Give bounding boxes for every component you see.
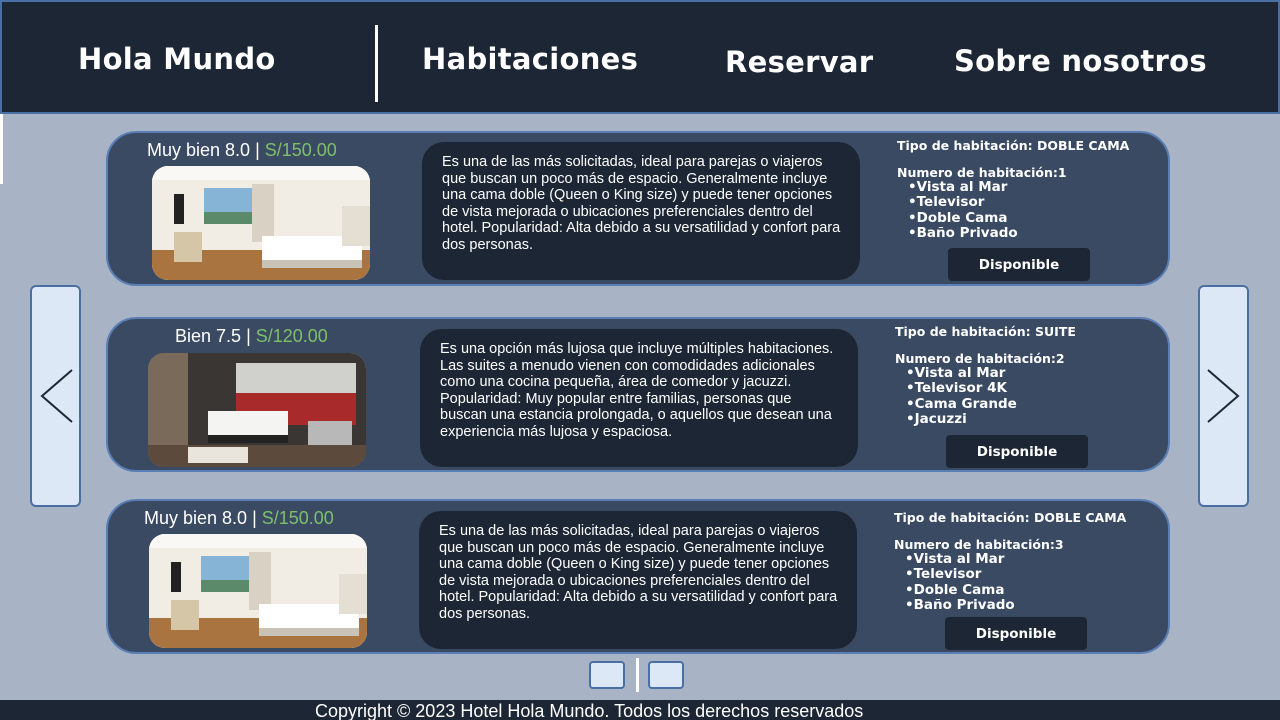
room-rating: Muy bien 8.0 | S/150.00 bbox=[144, 508, 334, 529]
rating-separator: | bbox=[241, 326, 256, 346]
rating-text: Muy bien 8.0 bbox=[144, 508, 248, 528]
rating-separator: | bbox=[250, 140, 265, 160]
nav-divider bbox=[375, 25, 378, 102]
room-type: Tipo de habitación: DOBLE CAMA bbox=[894, 510, 1127, 525]
room-number: Numero de habitación:2 bbox=[895, 351, 1065, 366]
copyright-text: Copyright © 2023 Hotel Hola Mundo. Todos… bbox=[315, 701, 864, 720]
feature-item: Cama Grande bbox=[906, 396, 1017, 412]
feature-item: Baño Privado bbox=[908, 225, 1018, 241]
brand-logo-text[interactable]: Hola Mundo bbox=[78, 42, 276, 76]
room-card-3: Muy bien 8.0 | S/150.00 Es una de las má… bbox=[106, 499, 1170, 654]
room-type: Tipo de habitación: SUITE bbox=[895, 324, 1076, 339]
previous-arrow-button[interactable] bbox=[30, 285, 81, 507]
room-price: S/150.00 bbox=[261, 508, 334, 528]
room-rating: Muy bien 8.0 | S/150.00 bbox=[147, 140, 337, 161]
rating-text: Bien 7.5 bbox=[175, 326, 242, 346]
chevron-right-icon bbox=[1206, 369, 1240, 423]
room-number: Numero de habitación:1 bbox=[897, 165, 1067, 180]
nav-link-rooms[interactable]: Habitaciones bbox=[422, 42, 638, 76]
feature-item: Vista al Mar bbox=[908, 179, 1018, 195]
nav-link-book[interactable]: Reservar bbox=[725, 45, 873, 79]
feature-item: Baño Privado bbox=[905, 597, 1015, 613]
available-button[interactable]: Disponible bbox=[945, 617, 1087, 650]
room-photo bbox=[149, 534, 367, 648]
pagination-button-1[interactable] bbox=[589, 661, 625, 689]
room-features-list: Vista al Mar Televisor 4K Cama Grande Ja… bbox=[906, 365, 1017, 428]
room-number: Numero de habitación:3 bbox=[894, 537, 1064, 552]
rating-separator: | bbox=[247, 508, 262, 528]
room-photo bbox=[152, 166, 370, 280]
room-description: Es una opción más lujosa que incluye múl… bbox=[420, 329, 858, 467]
room-rating: Bien 7.5 | S/120.00 bbox=[175, 326, 328, 347]
feature-item: Vista al Mar bbox=[906, 365, 1017, 381]
feature-item: Televisor bbox=[908, 194, 1018, 210]
room-description: Es una de las más solicitadas, ideal par… bbox=[422, 142, 860, 280]
available-button[interactable]: Disponible bbox=[946, 435, 1088, 468]
available-button[interactable]: Disponible bbox=[948, 248, 1090, 281]
room-price: S/150.00 bbox=[264, 140, 337, 160]
room-description: Es una de las más solicitadas, ideal par… bbox=[419, 511, 857, 649]
site-footer: Copyright © 2023 Hotel Hola Mundo. Todos… bbox=[0, 700, 1280, 720]
feature-item: Vista al Mar bbox=[905, 551, 1015, 567]
nav-link-about[interactable]: Sobre nosotros bbox=[954, 44, 1207, 78]
left-edge-strip bbox=[0, 114, 3, 184]
room-card-2: Bien 7.5 | S/120.00 Es una opción más lu… bbox=[106, 317, 1170, 472]
chevron-left-icon bbox=[39, 369, 73, 423]
feature-item: Televisor 4K bbox=[906, 380, 1017, 396]
room-type: Tipo de habitación: DOBLE CAMA bbox=[897, 138, 1130, 153]
room-photo bbox=[148, 353, 366, 467]
next-arrow-button[interactable] bbox=[1198, 285, 1249, 507]
feature-item: Televisor bbox=[905, 566, 1015, 582]
feature-item: Jacuzzi bbox=[906, 411, 1017, 427]
room-card-1: Muy bien 8.0 | S/150.00 Es una de las má… bbox=[106, 131, 1170, 286]
feature-item: Doble Cama bbox=[905, 582, 1015, 598]
room-price: S/120.00 bbox=[255, 326, 328, 346]
feature-item: Doble Cama bbox=[908, 210, 1018, 226]
pagination-button-2[interactable] bbox=[648, 661, 684, 689]
room-features-list: Vista al Mar Televisor Doble Cama Baño P… bbox=[905, 551, 1015, 614]
site-header: Hola Mundo Habitaciones Reservar Sobre n… bbox=[0, 0, 1280, 114]
room-features-list: Vista al Mar Televisor Doble Cama Baño P… bbox=[908, 179, 1018, 242]
pagination-divider bbox=[636, 658, 639, 692]
rating-text: Muy bien 8.0 bbox=[147, 140, 251, 160]
